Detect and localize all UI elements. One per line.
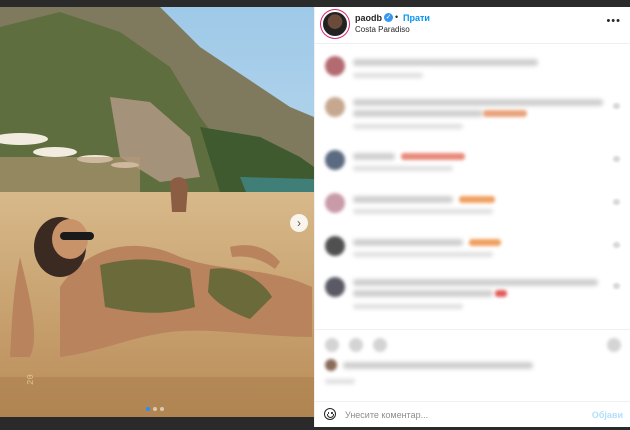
like-icon[interactable] <box>325 338 339 352</box>
location-link[interactable]: Costa Paradiso <box>355 25 410 34</box>
blurred-comment-meta <box>353 252 493 257</box>
svg-text:20: 20 <box>26 374 36 385</box>
post-side-panel: paodb ✓ • Прати Costa Paradiso ••• Унеси… <box>314 7 630 427</box>
blurred-comment-text <box>353 153 395 160</box>
blurred-comment-meta <box>353 304 463 309</box>
blurred-comment-text <box>353 99 603 106</box>
blurred-comment-text <box>353 196 453 203</box>
username[interactable]: paodb <box>355 13 382 23</box>
carousel-indicator <box>146 407 164 411</box>
blurred-comment-text <box>353 279 598 286</box>
carousel-dot <box>146 407 150 411</box>
chevron-right-icon: › <box>297 216 301 230</box>
comment-input[interactable] <box>345 407 575 423</box>
avatar[interactable] <box>325 277 345 297</box>
list-item <box>323 56 623 86</box>
list-item <box>323 150 623 176</box>
avatar[interactable] <box>325 193 345 213</box>
blurred-comment-text <box>353 59 538 66</box>
avatar <box>325 359 337 371</box>
blurred-comment-text <box>353 290 493 297</box>
share-icon[interactable] <box>373 338 387 352</box>
separator-dot: • <box>395 12 399 22</box>
blurred-emoji <box>401 153 465 160</box>
like-comment-icon[interactable] <box>613 199 620 205</box>
like-comment-icon[interactable] <box>613 156 620 162</box>
save-icon[interactable] <box>607 338 621 352</box>
action-bar <box>315 329 630 352</box>
avatar[interactable] <box>323 12 347 36</box>
blurred-likes-text <box>343 362 533 369</box>
avatar[interactable] <box>325 56 345 76</box>
emoji-icon[interactable] <box>324 408 336 420</box>
blurred-post-date <box>325 379 355 384</box>
blurred-comment-text <box>353 239 463 246</box>
like-comment-icon[interactable] <box>613 283 620 289</box>
blurred-comment-text <box>353 110 483 117</box>
avatar[interactable] <box>325 236 345 256</box>
list-item <box>323 277 623 313</box>
blurred-emoji <box>469 239 501 246</box>
carousel-next-button[interactable]: › <box>290 214 308 232</box>
blurred-comment-meta <box>353 209 493 214</box>
avatar[interactable] <box>325 150 345 170</box>
verified-badge-icon: ✓ <box>384 13 393 22</box>
blurred-comment-meta <box>353 73 423 78</box>
comment-composer: Објави <box>315 401 630 428</box>
list-item <box>323 97 623 133</box>
list-item <box>323 193 623 219</box>
post-comment-button[interactable]: Објави <box>592 410 623 420</box>
list-item <box>323 236 623 262</box>
top-strip <box>0 0 630 7</box>
blurred-emoji <box>459 196 495 203</box>
like-comment-icon[interactable] <box>613 103 620 109</box>
blurred-emoji <box>495 290 507 297</box>
more-options-icon[interactable]: ••• <box>606 15 621 27</box>
carousel-dot <box>160 407 164 411</box>
blurred-emoji <box>483 110 527 117</box>
carousel-dot <box>153 407 157 411</box>
comment-icon[interactable] <box>349 338 363 352</box>
like-comment-icon[interactable] <box>613 242 620 248</box>
beach-photo-illustration: 20 <box>0 7 314 417</box>
post-photo[interactable]: 20 › <box>0 7 314 417</box>
post-header: paodb ✓ • Прати Costa Paradiso ••• <box>315 7 630 44</box>
likes-summary[interactable] <box>323 359 623 373</box>
avatar[interactable] <box>325 97 345 117</box>
follow-button[interactable]: Прати <box>403 13 430 23</box>
blurred-comment-meta <box>353 124 463 129</box>
blurred-comment-meta <box>353 166 453 171</box>
